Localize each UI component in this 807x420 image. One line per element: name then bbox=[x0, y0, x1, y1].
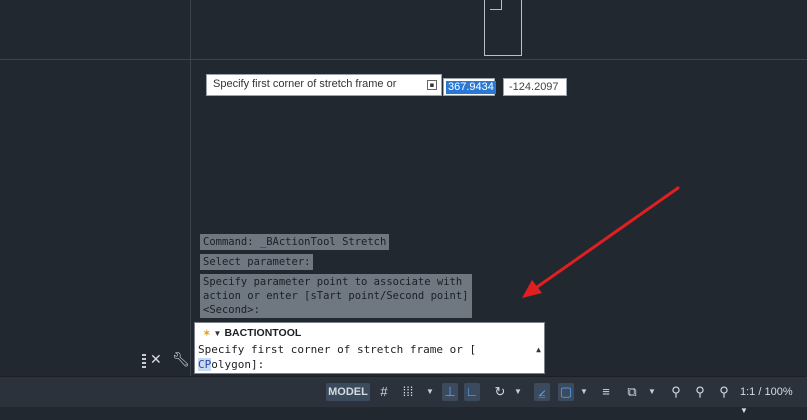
status-bar: MODEL # ⁞⁞⁞ ▼ ⊥ ∟ ↻ ▼ ⦤ ▢ ▼ ≡ ⧉ ▼ ⚲ ⚲ ⚲ … bbox=[0, 376, 807, 415]
command-history-line: Specify parameter point to associate wit… bbox=[200, 274, 472, 318]
annotation-autoscale-icon[interactable]: ⚲ bbox=[692, 383, 708, 401]
command-line-header: ✶ ▼ BACTIONTOOL bbox=[203, 327, 301, 339]
model-space-button[interactable]: MODEL bbox=[326, 383, 370, 401]
options-down-icon[interactable]: ▪ bbox=[427, 80, 437, 90]
drawing-canvas[interactable]: Specify first corner of stretch frame or… bbox=[0, 0, 807, 376]
lineweight-icon[interactable]: ≡ bbox=[598, 383, 614, 401]
selection-dropdown-icon[interactable]: ▼ bbox=[648, 383, 656, 401]
scale-value: 1:1 / 100% bbox=[740, 386, 793, 398]
dynamic-input-prompt: Specify first corner of stretch frame or bbox=[213, 78, 397, 90]
command-line-tools: ✕ 🔧︎ bbox=[140, 352, 192, 372]
option-cpolygon-rest[interactable]: olygon bbox=[211, 358, 251, 371]
snap-icon[interactable]: ⁞⁞⁞ bbox=[400, 383, 416, 401]
grid-icon[interactable]: # bbox=[376, 383, 392, 401]
prompt-end: ]: bbox=[251, 358, 265, 371]
grip-handle-icon[interactable] bbox=[142, 354, 146, 368]
selection-cycling-icon[interactable]: ⧉ bbox=[624, 383, 640, 401]
vertical-guide-line bbox=[190, 0, 191, 376]
command-history-line: Select parameter: bbox=[200, 254, 314, 270]
customize-wrench-icon[interactable]: 🔧︎ bbox=[172, 352, 190, 368]
polar-tracking-icon[interactable]: ↻ bbox=[492, 383, 508, 401]
ortho-icon[interactable]: ∟ bbox=[464, 383, 480, 401]
dynamic-input-tooltip: Specify first corner of stretch frame or… bbox=[206, 74, 442, 96]
command-star-icon: ✶ bbox=[203, 328, 211, 338]
dynamic-input-icon[interactable]: ⊥ bbox=[442, 383, 458, 401]
horizontal-guide-line bbox=[0, 59, 807, 60]
x-value: 367.9434 bbox=[446, 81, 496, 94]
annotation-scale-label[interactable]: 1:1 / 100% ▼ bbox=[740, 383, 802, 415]
annotation-visibility-icon[interactable]: ⚲ bbox=[668, 383, 684, 401]
command-line-panel[interactable]: ✶ ▼ BACTIONTOOL Specify first corner of st… bbox=[194, 322, 545, 374]
isodraft-icon[interactable]: ⦤ bbox=[534, 383, 550, 401]
dynamic-input-x-field[interactable]: 367.9434 bbox=[443, 78, 496, 96]
polar-dropdown-icon[interactable]: ▼ bbox=[514, 383, 522, 401]
command-prompt-line1: Specify first corner of stretch frame or… bbox=[198, 343, 477, 356]
block-geometry-notch bbox=[490, 0, 502, 10]
dynamic-input-y-field[interactable]: -124.2097 bbox=[503, 78, 567, 96]
command-name: BACTIONTOOL bbox=[224, 327, 302, 339]
command-history-line: Command: _BActionTool Stretch bbox=[200, 234, 390, 250]
object-snap-icon[interactable]: ▢ bbox=[558, 383, 574, 401]
annotation-scale-icon[interactable]: ⚲ bbox=[716, 383, 732, 401]
recent-commands-dropdown-icon[interactable]: ▼ bbox=[214, 329, 222, 338]
option-cpolygon-highlight[interactable]: CP bbox=[198, 358, 212, 371]
snap-dropdown-icon[interactable]: ▼ bbox=[426, 383, 434, 401]
scroll-up-icon[interactable]: ▲ bbox=[536, 345, 541, 354]
close-icon[interactable]: ✕ bbox=[150, 352, 162, 368]
osnap-dropdown-icon[interactable]: ▼ bbox=[580, 383, 588, 401]
command-prompt-line2: CPolygon]: bbox=[198, 358, 264, 371]
scale-dropdown-icon[interactable]: ▼ bbox=[740, 406, 748, 415]
